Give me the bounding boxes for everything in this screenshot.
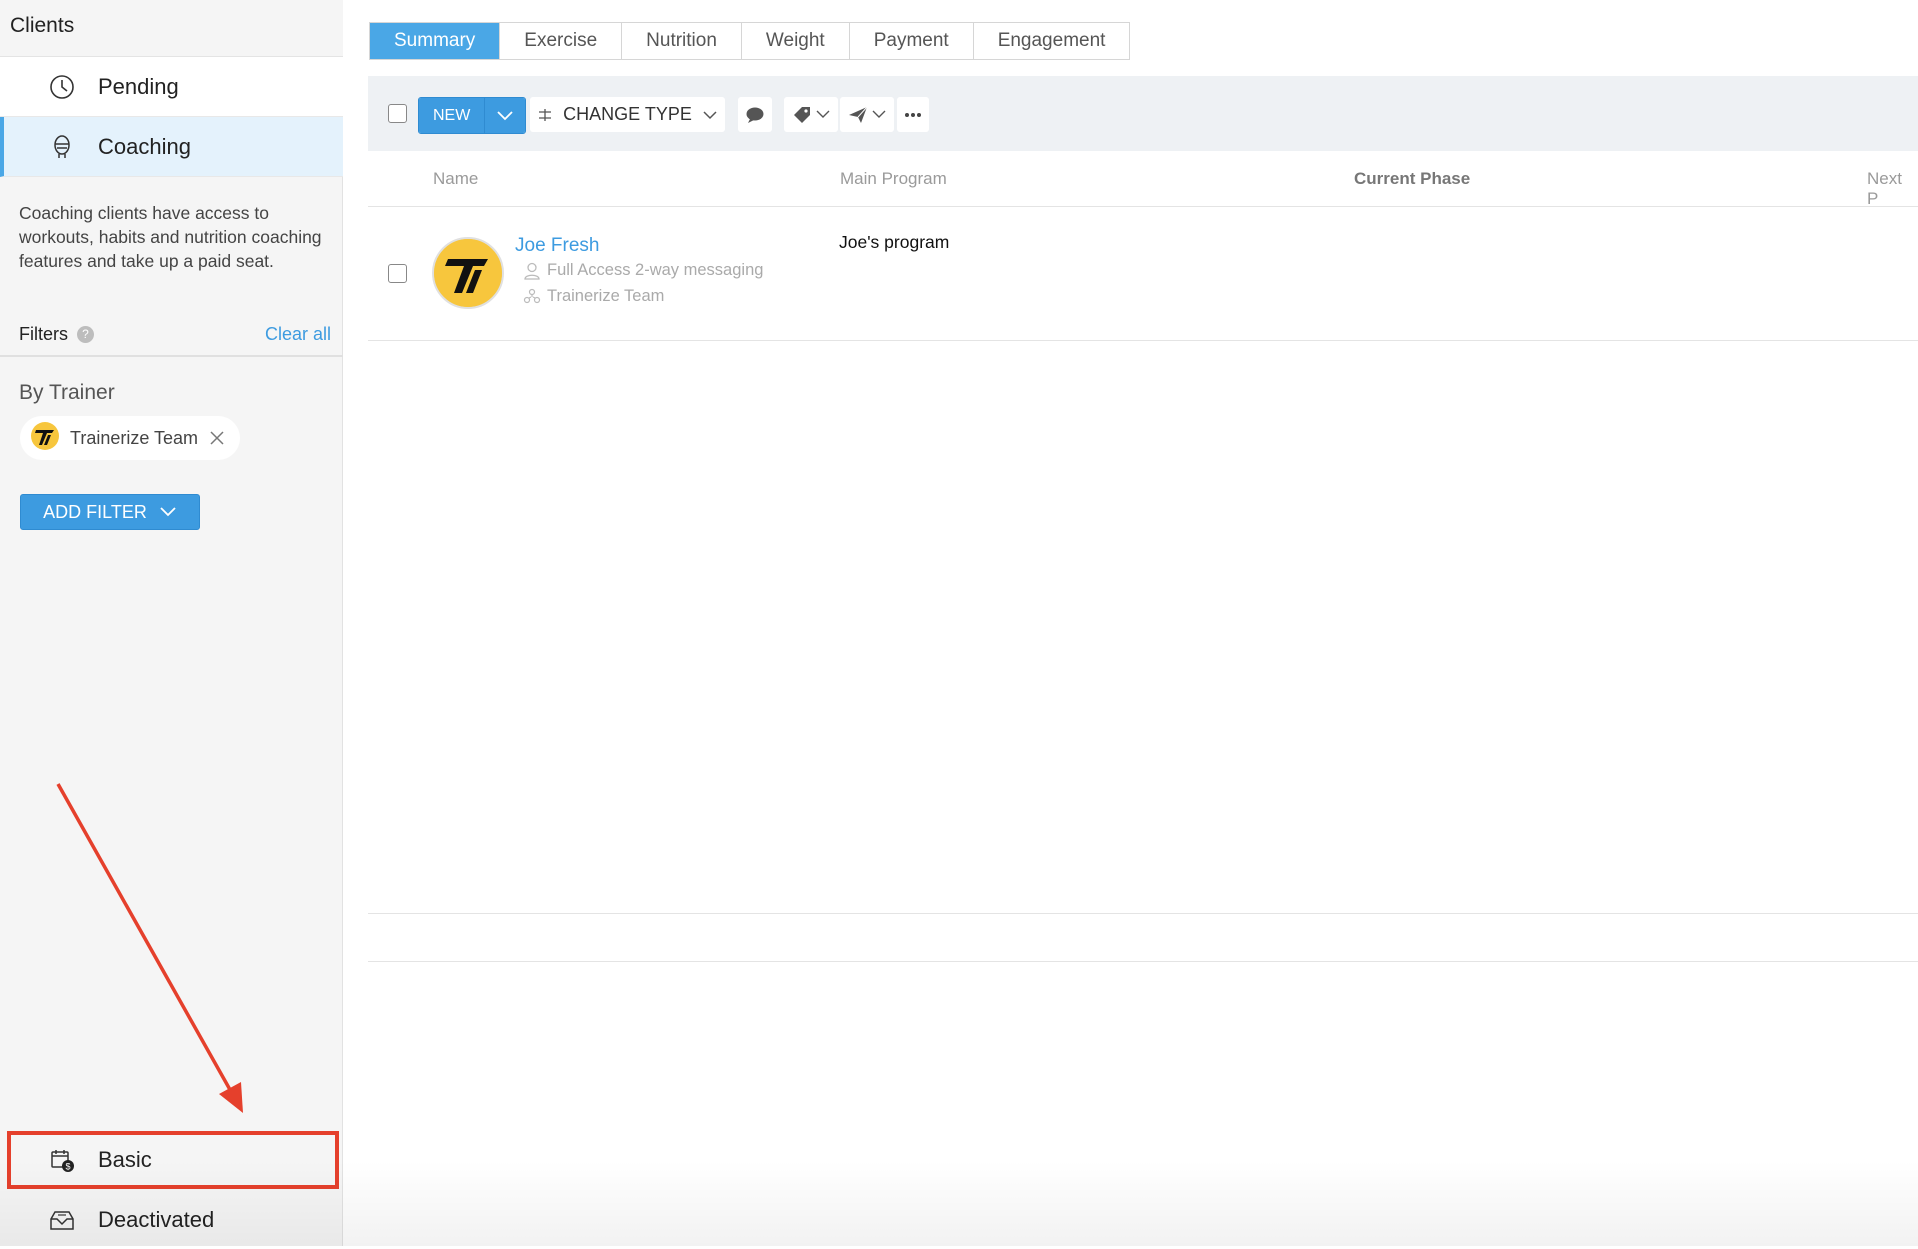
user-icon (523, 262, 541, 280)
chevron-down-icon (816, 110, 830, 119)
column-header-name[interactable]: Name (433, 169, 478, 189)
chevron-down-icon (872, 110, 886, 119)
change-type-button[interactable]: CHANGE TYPE (530, 97, 725, 132)
tab-exercise[interactable]: Exercise (500, 23, 623, 59)
column-header-main-program[interactable]: Main Program (840, 169, 947, 189)
tab-weight[interactable]: Weight (741, 23, 850, 59)
toolbar: NEW CHANGE TYPE (368, 76, 1918, 151)
new-button[interactable]: NEW (418, 97, 527, 134)
view-tabs: Summary Exercise Nutrition Weight Paymen… (369, 22, 1131, 60)
chevron-down-icon (702, 110, 718, 120)
client-team-label: Trainerize Team (547, 287, 665, 305)
team-icon (523, 288, 541, 306)
column-header-current-phase[interactable]: Current Phase (1354, 169, 1470, 189)
chat-bubble-icon (745, 106, 765, 124)
avatar[interactable] (432, 237, 504, 309)
client-team: Trainerize Team (523, 287, 664, 306)
send-button[interactable] (840, 97, 894, 132)
divider (368, 961, 1918, 962)
more-options-button[interactable] (897, 97, 929, 132)
client-access-label: Full Access 2-way messaging (547, 261, 764, 279)
annotation-arrow (56, 783, 243, 1113)
client-access: Full Access 2-way messaging (523, 261, 763, 280)
annotation-highlight-box (7, 1131, 339, 1189)
tag-button[interactable] (784, 97, 838, 132)
table-header: Name Main Program Current Phase Next P (368, 153, 1918, 209)
chevron-down-icon[interactable] (484, 98, 526, 133)
main-program-value: Joe's program (839, 232, 950, 252)
tab-engagement[interactable]: Engagement (973, 23, 1130, 59)
change-type-icon (537, 107, 553, 123)
divider (368, 913, 1918, 914)
tab-nutrition[interactable]: Nutrition (622, 23, 742, 59)
tag-icon (792, 105, 812, 125)
paper-plane-icon (848, 106, 868, 124)
new-label: NEW (419, 98, 485, 133)
table-row: Joe Fresh Full Access 2-way messaging Tr… (368, 206, 1918, 341)
client-name-link[interactable]: Joe Fresh (515, 235, 599, 257)
more-dots-icon (904, 112, 922, 118)
select-all-checkbox[interactable] (388, 104, 407, 123)
tab-payment[interactable]: Payment (849, 23, 974, 59)
message-button[interactable] (738, 97, 772, 132)
change-type-label: CHANGE TYPE (563, 104, 692, 124)
row-checkbox[interactable] (388, 264, 407, 283)
tab-summary[interactable]: Summary (370, 23, 501, 59)
column-header-next-phase[interactable]: Next P (1867, 169, 1918, 209)
